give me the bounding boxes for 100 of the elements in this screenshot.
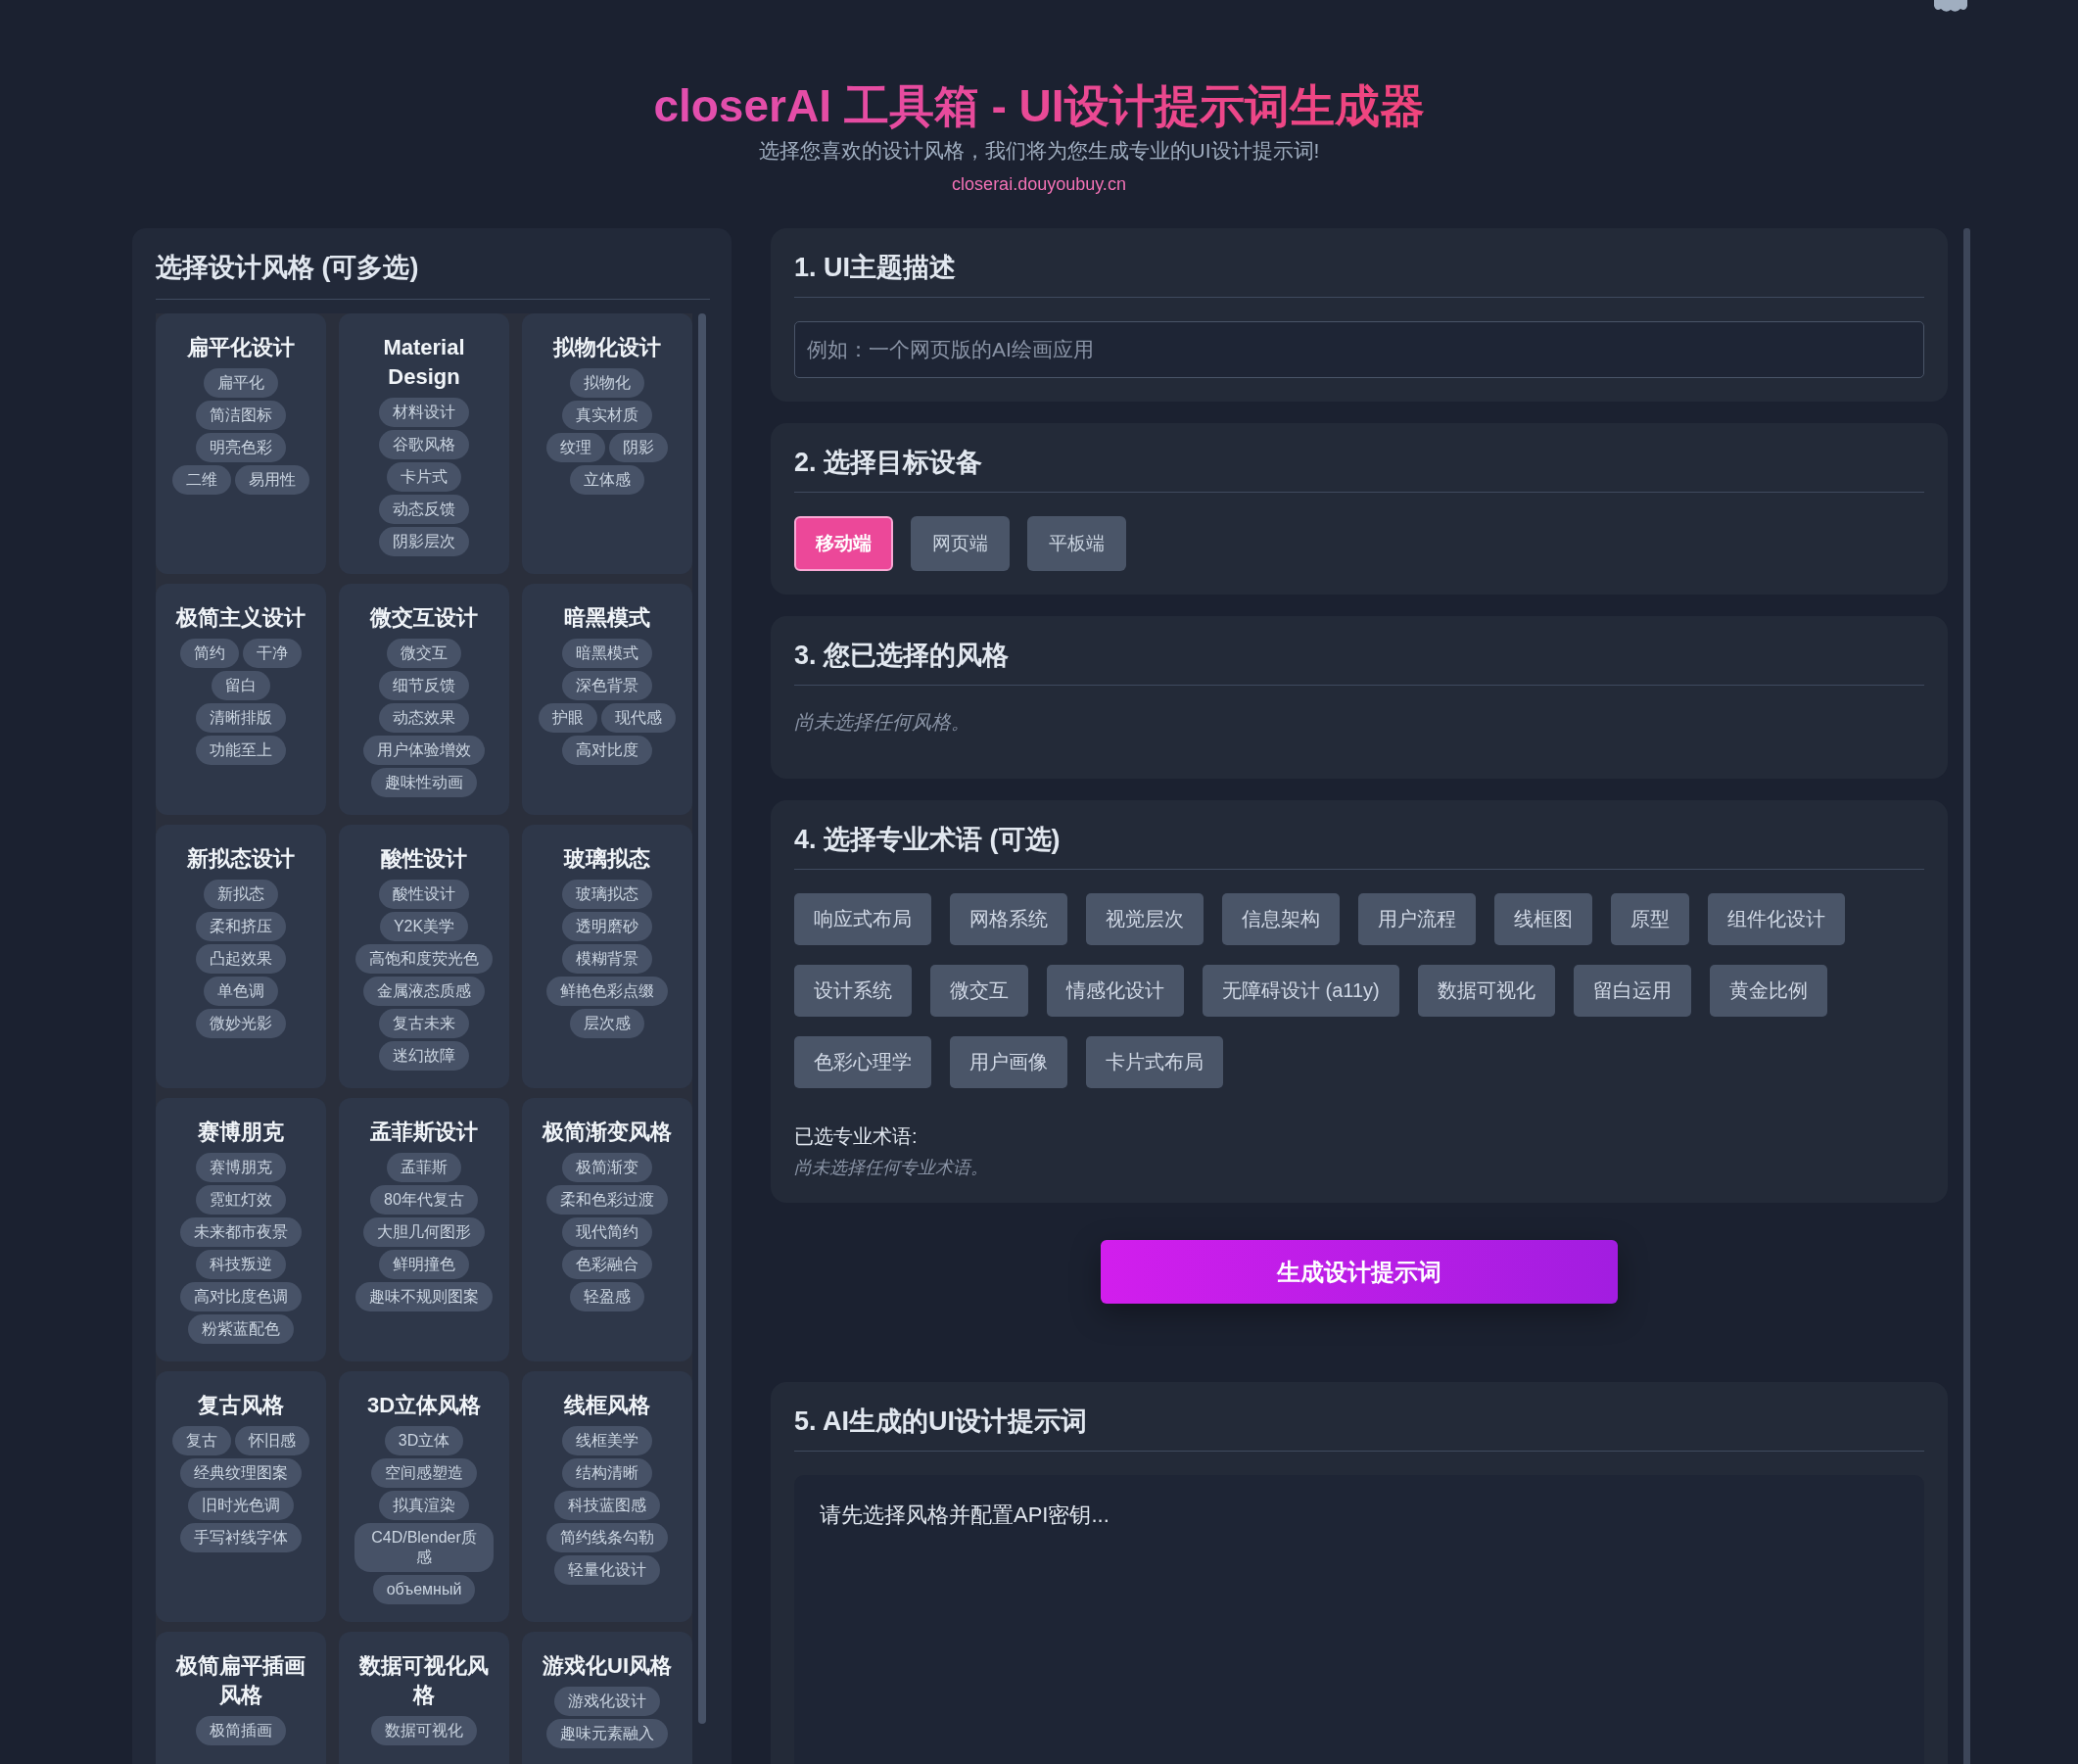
style-tag: 微交互	[387, 639, 461, 668]
style-card[interactable]: 赛博朋克 赛博朋克 霓虹灯效 未来都市夜景 科技叛逆 高对比度色调 粉紫蓝配色	[156, 1098, 326, 1361]
card-title: 游戏化UI风格	[543, 1652, 672, 1680]
style-tag: 手写衬线字体	[180, 1523, 302, 1552]
style-card[interactable]: 扁平化设计 扁平化 简洁图标 明亮色彩 二维 易用性	[156, 313, 326, 574]
style-tag: 细节反馈	[379, 671, 469, 700]
style-card[interactable]: 玻璃拟态 玻璃拟态 透明磨砂 模糊背景 鲜艳色彩点缀 层次感	[522, 825, 692, 1088]
style-card[interactable]: 3D立体风格 3D立体 空间感塑造 拟真渲染 C4D/Blender质感 объемный	[339, 1371, 509, 1622]
style-tag: 鲜艳色彩点缀	[546, 977, 668, 1006]
page-subtitle: 选择您喜欢的设计风格，我们将为您生成专业的UI设计提示词!	[757, 138, 1321, 164]
style-tag: 线框美学	[562, 1426, 652, 1455]
card-title: 赛博朋克	[198, 1119, 284, 1146]
style-card[interactable]: 复古风格 复古 怀旧感 经典纹理图案 旧时光色调 手写衬线字体	[156, 1371, 326, 1622]
section-title: 4. 选择专业术语 (可选)	[794, 822, 1924, 870]
style-card[interactable]: 极简主义设计 简约 干净 留白 清晰排版 功能至上	[156, 584, 326, 815]
style-tag: 层次感	[570, 1009, 644, 1038]
card-title: 极简扁平插画风格	[174, 1652, 307, 1709]
style-tag: объемный	[372, 1575, 476, 1604]
term-button[interactable]: 微交互	[930, 965, 1028, 1017]
style-tag: 易用性	[235, 465, 309, 495]
term-button[interactable]: 设计系统	[794, 965, 912, 1017]
term-button[interactable]: 原型	[1611, 893, 1689, 945]
card-title: 微交互设计	[370, 604, 478, 632]
scrollbar[interactable]	[698, 313, 706, 1724]
style-tag: 干净	[243, 639, 302, 668]
style-card[interactable]: 微交互设计 微交互 细节反馈 动态效果 用户体验增效 趣味性动画	[339, 584, 509, 815]
card-title: Material Design	[382, 334, 466, 391]
style-tag: 轻盈感	[570, 1282, 644, 1311]
style-tag: 高对比度	[562, 736, 652, 765]
style-tag: 简洁图标	[196, 401, 286, 430]
card-title: 极简渐变风格	[543, 1119, 672, 1146]
style-card[interactable]: 孟菲斯设计 孟菲斯 80年代复古 大胆几何图形 鲜明撞色 趣味不规则图案	[339, 1098, 509, 1361]
style-card[interactable]: 拟物化设计 拟物化 真实材质 纹理 阴影 立体感	[522, 313, 692, 574]
term-button[interactable]: 留白运用	[1573, 965, 1691, 1017]
term-button[interactable]: 线框图	[1494, 893, 1592, 945]
style-card[interactable]: Material Design 材料设计 谷歌风格 卡片式 动态反馈 阴影层次	[339, 313, 509, 574]
style-tag: 大胆几何图形	[363, 1217, 485, 1247]
section-title: 3. 您已选择的风格	[794, 638, 1924, 686]
term-button[interactable]: 卡片式布局	[1086, 1036, 1223, 1088]
style-tag: 极简渐变	[562, 1153, 652, 1182]
device-button[interactable]: 网页端	[911, 516, 1010, 571]
style-tag: 轻量化设计	[554, 1555, 660, 1585]
style-tag: 功能至上	[196, 736, 286, 765]
term-button[interactable]: 无障碍设计 (a11y)	[1203, 965, 1399, 1017]
term-button[interactable]: 情感化设计	[1047, 965, 1184, 1017]
style-card[interactable]: 极简扁平插画风格 极简插画	[156, 1632, 326, 1764]
term-button[interactable]: 信息架构	[1222, 893, 1340, 945]
style-tag: 拟真渲染	[379, 1491, 469, 1520]
term-button[interactable]: 用户流程	[1358, 893, 1476, 945]
style-tag: 现代简约	[562, 1217, 652, 1247]
section-title: 2. 选择目标设备	[794, 445, 1924, 493]
term-button[interactable]: 用户画像	[950, 1036, 1067, 1088]
panel-title: 选择设计风格 (可多选)	[156, 250, 710, 300]
style-card[interactable]: 暗黑模式 暗黑模式 深色背景 护眼 现代感 高对比度	[522, 584, 692, 815]
style-tag: 真实材质	[562, 401, 652, 430]
style-tag: 空间感塑造	[371, 1458, 477, 1488]
style-tag: 趣味元素融入	[546, 1719, 668, 1748]
theme-input[interactable]: 例如：一个网页版的AI绘画应用	[794, 321, 1924, 378]
term-button[interactable]: 色彩心理学	[794, 1036, 931, 1088]
style-tag: 极简插画	[196, 1716, 286, 1745]
style-tag: 高对比度色调	[180, 1282, 302, 1311]
style-tag: 柔和挤压	[196, 912, 286, 941]
style-tag: 模糊背景	[562, 944, 652, 974]
style-tag: 80年代复古	[370, 1185, 478, 1215]
style-card[interactable]: 酸性设计 酸性设计 Y2K美学 高饱和度荧光色 金属液态质感 复古未来 迷幻故障	[339, 825, 509, 1088]
card-title: 酸性设计	[381, 845, 467, 873]
style-tag: 立体感	[570, 465, 644, 495]
style-tag: Y2K美学	[379, 912, 469, 941]
style-card[interactable]: 游戏化UI风格 游戏化设计 趣味元素融入	[522, 1632, 692, 1764]
style-tag: 阴影	[609, 433, 668, 462]
style-tag: 科技叛逆	[196, 1250, 286, 1279]
term-button[interactable]: 视觉层次	[1086, 893, 1204, 945]
term-button[interactable]: 组件化设计	[1708, 893, 1845, 945]
device-button[interactable]: 移动端	[794, 516, 893, 571]
card-title: 拟物化设计	[553, 334, 661, 361]
site-link[interactable]: closerai.douyoubuy.cn	[952, 174, 1126, 195]
style-tag: 旧时光色调	[188, 1491, 294, 1520]
style-card[interactable]: 新拟态设计 新拟态 柔和挤压 凸起效果 单色调 微妙光影	[156, 825, 326, 1088]
style-tag: 柔和色彩过渡	[546, 1185, 668, 1215]
style-card[interactable]: 数据可视化风格 数据可视化	[339, 1632, 509, 1764]
style-tag: 高饱和度荧光色	[355, 944, 493, 974]
generate-button[interactable]: 生成设计提示词	[1101, 1240, 1618, 1304]
term-button[interactable]: 黄金比例	[1709, 965, 1827, 1017]
term-button[interactable]: 数据可视化	[1417, 965, 1555, 1017]
style-tag: 金属液态质感	[363, 977, 485, 1006]
term-button[interactable]: 网格系统	[950, 893, 1067, 945]
style-tag: 趣味性动画	[371, 768, 477, 797]
style-card[interactable]: 线框风格 线框美学 结构清晰 科技蓝图感 简约线条勾勒 轻量化设计	[522, 1371, 692, 1622]
style-tag: 护眼	[539, 703, 597, 733]
style-tag: 用户体验增效	[363, 736, 485, 765]
card-title: 极简主义设计	[176, 604, 306, 632]
style-tag: 迷幻故障	[379, 1041, 469, 1071]
style-tag: 复古未来	[379, 1009, 469, 1038]
scrollbar[interactable]	[1963, 228, 1970, 1764]
style-card[interactable]: 极简渐变风格 极简渐变 柔和色彩过渡 现代简约 色彩融合 轻盈感	[522, 1098, 692, 1361]
term-button[interactable]: 响应式布局	[794, 893, 931, 945]
device-button[interactable]: 平板端	[1027, 516, 1126, 571]
style-tag: 动态效果	[379, 703, 469, 733]
card-title: 复古风格	[198, 1392, 284, 1419]
selected-terms-label: 已选专业术语:	[794, 1124, 919, 1149]
